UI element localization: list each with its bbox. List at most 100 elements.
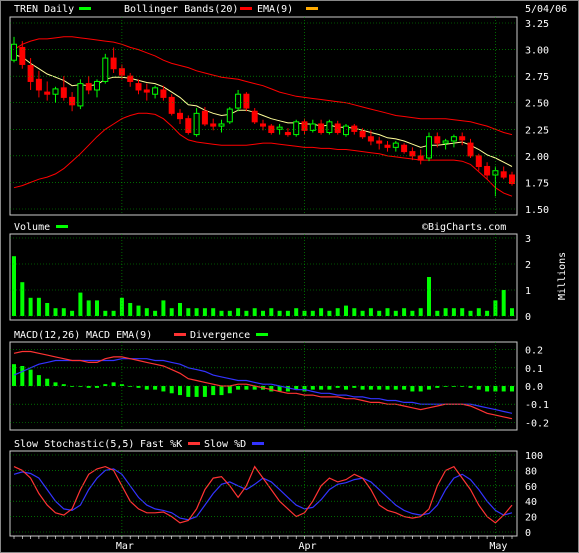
volume-bar — [227, 310, 232, 316]
candle-body — [401, 144, 408, 153]
candle-body — [367, 136, 374, 142]
volume-bar — [128, 303, 133, 316]
volume-bar — [86, 300, 91, 316]
macd-legend-signal-swatch — [174, 333, 186, 336]
stoch-tick-label: 100 — [525, 451, 543, 462]
volume-bar — [144, 308, 149, 316]
candle-body — [251, 110, 258, 123]
divergence-bar — [385, 386, 390, 390]
stoch-legend-title: Slow Stochastic(5,5) — [14, 439, 134, 450]
volume-bar — [261, 310, 265, 316]
candle-body — [376, 140, 383, 144]
volume-bar — [385, 308, 390, 316]
volume-bar — [501, 290, 506, 316]
divergence-bar — [344, 386, 348, 390]
stoch-legend-slowd-swatch — [252, 442, 264, 445]
macd-tick-label: 0.2 — [525, 346, 543, 357]
candle-body — [334, 123, 341, 133]
stock-chart: TREN Daily Bollinger Bands(20) EMA(9) 5/… — [0, 0, 579, 553]
volume-bar — [244, 310, 249, 316]
divergence-bar — [327, 386, 332, 390]
divergence-bar — [211, 386, 216, 396]
divergence-bar — [451, 386, 456, 387]
volume-bar — [53, 308, 58, 316]
volume-bar — [310, 310, 315, 316]
divergence-bar — [36, 375, 41, 386]
candle-body — [127, 75, 134, 82]
price-tick-label: 3.25 — [525, 19, 549, 30]
candle-body — [409, 151, 416, 157]
candle-body — [318, 123, 325, 133]
volume-bar — [269, 308, 274, 316]
candle-body — [193, 112, 200, 136]
candle-body — [60, 87, 67, 98]
volume-bar — [78, 292, 83, 316]
price-legend-ema-swatch — [306, 7, 318, 10]
candle-body — [168, 96, 175, 114]
volume-legend-swatch — [56, 225, 68, 228]
watermark: ©BigCharts.com — [422, 222, 506, 233]
volume-tick-label: 3 — [525, 234, 531, 245]
divergence-bar — [368, 386, 373, 390]
volume-bar — [510, 308, 514, 316]
volume-bar — [161, 300, 166, 316]
macd-legend: MACD(12,26) MACD EMA(9) Divergence — [14, 330, 268, 341]
candle-body — [218, 123, 225, 127]
divergence-bar — [20, 366, 25, 386]
candle-body — [276, 126, 283, 130]
divergence-bar — [45, 378, 50, 386]
stoch-tick-label: 20 — [525, 513, 537, 524]
volume-bar — [277, 310, 282, 316]
volume-bar — [236, 308, 241, 316]
price-legend-ema: EMA(9) — [257, 4, 293, 15]
stoch-legend-slowd: Slow %D — [204, 439, 246, 450]
divergence-bar — [144, 386, 149, 390]
divergence-bar — [418, 386, 423, 392]
divergence-bar — [485, 386, 490, 392]
volume-bar — [12, 256, 16, 316]
volume-bar — [344, 305, 348, 316]
price-tick-label: 2.50 — [525, 99, 549, 110]
divergence-bar — [202, 386, 207, 397]
stoch-tick-label: 40 — [525, 497, 537, 508]
stoch-legend-fastk-swatch — [188, 442, 200, 445]
divergence-bar — [402, 386, 407, 390]
volume-bar — [451, 308, 456, 316]
volume-bar — [202, 308, 207, 316]
divergence-bar — [236, 386, 241, 390]
candle-body — [143, 89, 150, 93]
divergence-bar — [377, 386, 382, 390]
candle-body — [260, 123, 266, 127]
volume-bar — [294, 308, 299, 316]
candle-body — [475, 155, 482, 167]
volume-bar — [402, 308, 407, 316]
volume-bar — [435, 310, 440, 316]
candle-body — [102, 57, 109, 82]
candle-body — [11, 43, 17, 61]
x-month-label: Mar — [116, 541, 134, 552]
candle-body — [177, 112, 183, 120]
candle-body — [492, 170, 499, 176]
volume-bar — [36, 297, 41, 316]
volume-bar — [443, 308, 448, 316]
macd-legend-signal: MACD EMA(9) — [86, 330, 152, 341]
divergence-bar — [244, 386, 249, 390]
divergence-bar — [178, 386, 182, 396]
volume-bar — [153, 310, 158, 316]
price-tick-label: 1.75 — [525, 178, 549, 189]
candle-body — [226, 108, 233, 123]
volume-bar — [485, 310, 490, 316]
candle-body — [442, 140, 449, 144]
volume-bar — [493, 300, 498, 316]
volume-bar — [252, 308, 257, 316]
candle-body — [293, 121, 300, 136]
candle-body — [359, 130, 366, 138]
stoch-tick-label: 0 — [525, 528, 531, 539]
candle-body — [343, 125, 349, 136]
volume-bar — [194, 308, 199, 316]
divergence-bar — [310, 386, 315, 390]
divergence-bar — [227, 386, 232, 394]
divergence-bar — [360, 386, 365, 390]
volume-bar — [476, 308, 481, 316]
volume-bar — [368, 308, 373, 316]
